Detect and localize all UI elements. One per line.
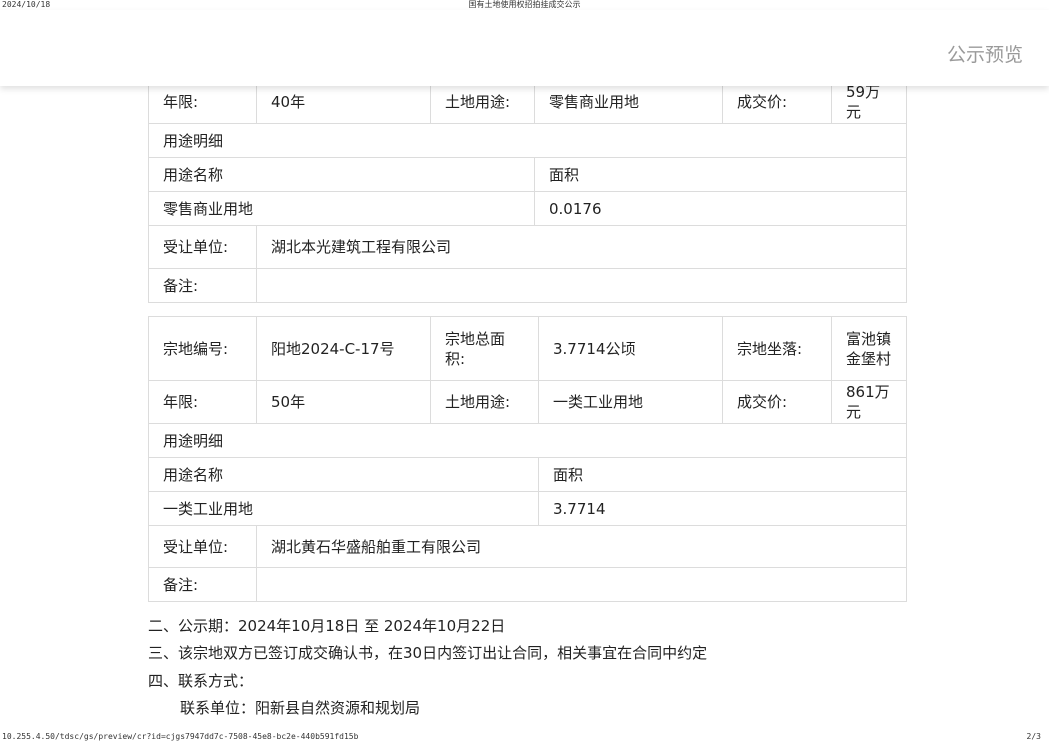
table-row: 受让单位: 湖北黄石华盛船舶重工有限公司 xyxy=(148,525,907,568)
price-label: 成交价: xyxy=(722,80,832,124)
term-label: 年限: xyxy=(148,80,257,124)
parcel-table-2: 宗地编号: 阳地2024-C-17号 宗地总面积: 3.7714公顷 宗地坐落:… xyxy=(148,316,907,602)
area-value: 0.0176 xyxy=(534,191,907,226)
price-value: 59万元 xyxy=(831,80,907,124)
location-value: 富池镇金堡村 xyxy=(831,316,907,381)
assignee-label: 受让单位: xyxy=(148,525,257,568)
parcel-id-label: 宗地编号: xyxy=(148,316,257,381)
usage-name-header: 用途名称 xyxy=(148,157,535,192)
table-row: 用途明细 xyxy=(148,423,907,458)
usage-name-value: 零售商业用地 xyxy=(148,191,535,226)
preview-title: 公示预览 xyxy=(946,44,1023,66)
table-row: 一类工业用地 3.7714 xyxy=(148,491,907,526)
price-label: 成交价: xyxy=(722,380,832,424)
land-use-label: 土地用途: xyxy=(430,80,535,124)
total-area-label: 宗地总面积: xyxy=(430,316,539,381)
land-use-value: 零售商业用地 xyxy=(534,80,723,124)
table-row: 年限: 40年 土地用途: 零售商业用地 成交价: 59万元 xyxy=(148,80,907,124)
assignee-value: 湖北黄石华盛船舶重工有限公司 xyxy=(256,525,907,568)
term-label: 年限: xyxy=(148,380,257,424)
usage-detail-heading: 用途明细 xyxy=(148,423,907,458)
remark-value xyxy=(256,268,907,303)
table-row: 用途名称 面积 xyxy=(148,157,907,192)
area-header: 面积 xyxy=(534,157,907,192)
total-area-value: 3.7714公顷 xyxy=(538,316,723,381)
remark-label: 备注: xyxy=(148,268,257,303)
usage-name-header: 用途名称 xyxy=(148,457,539,492)
area-header: 面积 xyxy=(538,457,907,492)
table-row: 用途明细 xyxy=(148,123,907,158)
location-label: 宗地坐落: xyxy=(722,316,832,381)
contact-heading: 四、联系方式： xyxy=(148,672,254,690)
table-row: 零售商业用地 0.0176 xyxy=(148,191,907,226)
table-row: 备注: xyxy=(148,268,907,303)
notice-period: 二、公示期：2024年10月18日 至 2024年10月22日 xyxy=(148,617,506,635)
table-row: 年限: 50年 土地用途: 一类工业用地 成交价: 861万元 xyxy=(148,380,907,424)
assignee-label: 受让单位: xyxy=(148,225,257,269)
table-row: 用途名称 面积 xyxy=(148,457,907,492)
contact-unit: 联系单位：阳新县自然资源和规划局 xyxy=(180,699,421,717)
area-value: 3.7714 xyxy=(538,491,907,526)
remark-value xyxy=(256,567,907,602)
land-use-value: 一类工业用地 xyxy=(538,380,723,424)
term-value: 50年 xyxy=(256,380,431,424)
usage-name-value: 一类工业用地 xyxy=(148,491,539,526)
preview-header: 公示预览 xyxy=(0,10,1049,86)
assignee-value: 湖北本光建筑工程有限公司 xyxy=(256,225,907,269)
price-value: 861万元 xyxy=(831,380,907,424)
land-use-label: 土地用途: xyxy=(430,380,539,424)
announcement-body: 年限: 40年 土地用途: 零售商业用地 成交价: 59万元 用途明细 用途名称… xyxy=(0,0,1049,748)
term-value: 40年 xyxy=(256,80,431,124)
notice-contract: 三、该宗地双方已签订成交确认书，在30日内签订出让合同，相关事宜在合同中约定 xyxy=(148,644,708,662)
parcel-table-1: 年限: 40年 土地用途: 零售商业用地 成交价: 59万元 用途明细 用途名称… xyxy=(148,80,907,303)
usage-detail-heading: 用途明细 xyxy=(148,123,907,158)
table-row: 宗地编号: 阳地2024-C-17号 宗地总面积: 3.7714公顷 宗地坐落:… xyxy=(148,316,907,381)
remark-label: 备注: xyxy=(148,567,257,602)
table-row: 备注: xyxy=(148,567,907,602)
parcel-id-value: 阳地2024-C-17号 xyxy=(256,316,431,381)
table-row: 受让单位: 湖北本光建筑工程有限公司 xyxy=(148,225,907,269)
